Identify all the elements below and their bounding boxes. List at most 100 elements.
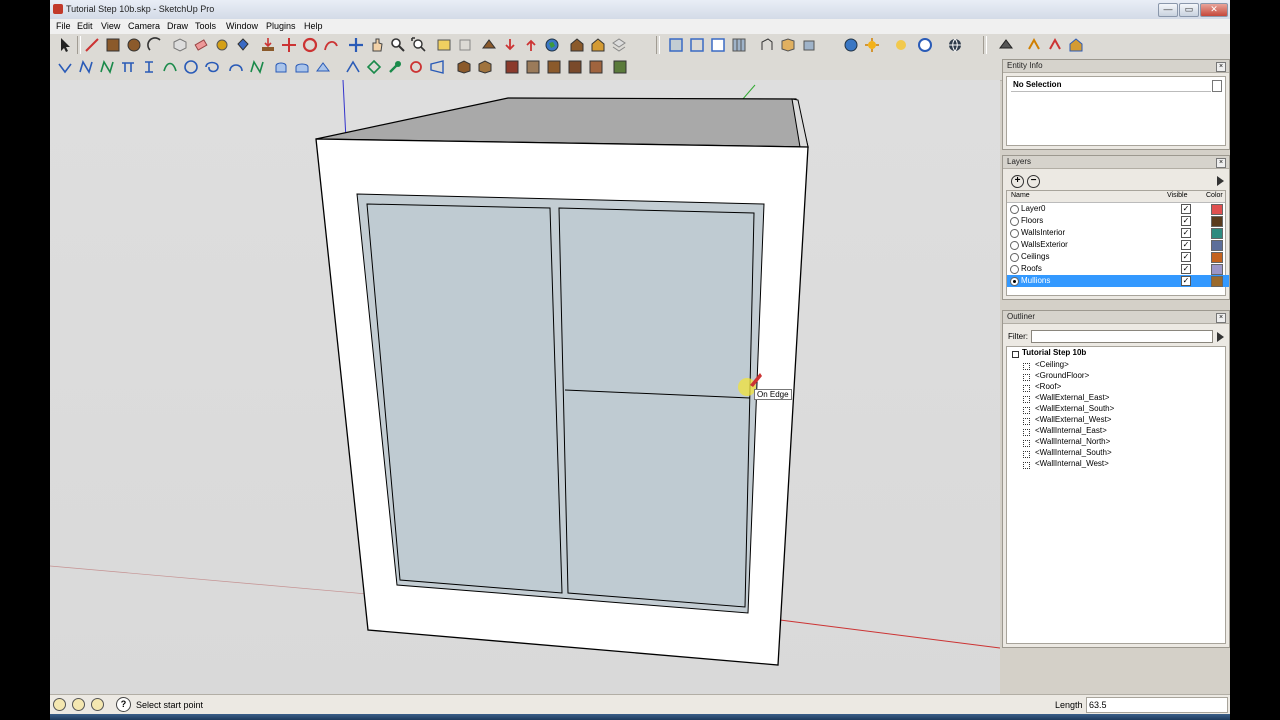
push-pull-icon[interactable] [259,36,277,54]
texture-tool-5-icon[interactable] [545,58,563,76]
layer-color-swatch[interactable] [1211,276,1223,287]
styles-icon[interactable] [916,36,934,54]
make-component-icon[interactable] [171,36,189,54]
layer-row[interactable]: Layer0 ✓ [1007,203,1229,215]
layers-col-color[interactable]: Color [1206,192,1223,199]
layer-color-swatch[interactable] [1211,252,1223,263]
front-view-icon[interactable] [800,36,818,54]
draw-tool-15-icon[interactable] [365,58,383,76]
layer-visible-checkbox[interactable]: ✓ [1181,216,1191,226]
layer-visible-checkbox[interactable]: ✓ [1181,228,1191,238]
line-tool-icon[interactable] [83,36,101,54]
outliner-title-bar[interactable]: Outliner × [1003,311,1229,324]
active-layer-radio[interactable] [1010,253,1019,262]
fog-icon[interactable] [892,36,910,54]
credits-icon[interactable] [72,698,85,711]
active-layer-radio[interactable] [1010,241,1019,250]
layer-name[interactable]: Ceilings [1021,252,1049,261]
walk-icon[interactable] [456,36,474,54]
draw-tool-9-icon[interactable] [227,58,245,76]
layer-name[interactable]: Roofs [1021,264,1042,273]
outliner-item[interactable]: <WallInternal_North> [1035,437,1110,446]
select-tool-icon[interactable] [56,36,74,54]
outliner-item[interactable]: <Ceiling> [1035,360,1069,369]
layer-visible-checkbox[interactable]: ✓ [1181,240,1191,250]
arc-tool-icon[interactable] [146,36,164,54]
circle-tool-icon[interactable] [125,36,143,54]
layer-color-swatch[interactable] [1211,216,1223,227]
maximize-button[interactable]: ▭ [1179,3,1199,17]
layers-col-visible[interactable]: Visible [1167,192,1188,199]
share-model-icon[interactable] [501,36,519,54]
layer-row[interactable]: Floors ✓ [1007,215,1229,227]
plugin-tool-4-icon[interactable] [1067,36,1085,54]
layer-visible-checkbox[interactable]: ✓ [1181,264,1191,274]
draw-tool-18-icon[interactable] [428,58,446,76]
warehouse-icon[interactable] [568,36,586,54]
rotate-tool-icon[interactable] [301,36,319,54]
texture-tool-1-icon[interactable] [455,58,473,76]
menu-view[interactable]: View [101,21,120,31]
layer-name[interactable]: WallsInterior [1021,228,1065,237]
outliner-item[interactable]: <Roof> [1035,382,1061,391]
sun-icon[interactable] [863,36,881,54]
active-layer-radio[interactable] [1010,217,1019,226]
menu-tools[interactable]: Tools [195,21,216,31]
delete-layer-icon[interactable]: − [1027,175,1040,188]
menu-plugins[interactable]: Plugins [266,21,296,31]
outliner-item[interactable]: <WallExternal_East> [1035,393,1109,402]
active-layer-radio[interactable] [1010,265,1019,274]
draw-tool-17-icon[interactable] [407,58,425,76]
outliner-item[interactable]: <WallInternal_West> [1035,459,1109,468]
draw-tool-8-icon[interactable] [203,58,221,76]
menu-file[interactable]: File [56,21,71,31]
shaded-icon[interactable] [730,36,748,54]
layer-row[interactable]: WallsExterior ✓ [1007,239,1229,251]
share-component-icon[interactable] [522,36,540,54]
orbit-icon[interactable] [347,36,365,54]
layer-manager-icon[interactable] [610,36,628,54]
outliner-item[interactable]: <GroundFloor> [1035,371,1089,380]
geo-location-icon[interactable] [53,698,66,711]
plugin-tool-2-icon[interactable] [1025,36,1043,54]
draw-tool-1-icon[interactable] [56,58,74,76]
menu-edit[interactable]: Edit [77,21,93,31]
top-view-icon[interactable] [779,36,797,54]
outliner-close-icon[interactable]: × [1216,313,1226,323]
layer-name[interactable]: Mullions [1021,276,1050,285]
layer-row[interactable]: WallsInterior ✓ [1007,227,1229,239]
minimize-button[interactable]: — [1158,3,1178,17]
draw-tool-2-icon[interactable] [77,58,95,76]
help-icon[interactable]: ? [116,697,131,712]
draw-tool-10-icon[interactable] [248,58,266,76]
outliner-details-arrow-icon[interactable] [1217,332,1224,342]
shadows-icon[interactable] [842,36,860,54]
texture-tool-8-icon[interactable] [611,58,629,76]
layer-name[interactable]: Floors [1021,216,1043,225]
section-plane-icon[interactable] [435,36,453,54]
extension-icon[interactable] [589,36,607,54]
model-viewport[interactable]: On Edge [50,80,1000,694]
layer-visible-checkbox[interactable]: ✓ [1181,252,1191,262]
texture-tool-3-icon[interactable] [503,58,521,76]
layer-color-swatch[interactable] [1211,240,1223,251]
paint-bucket-icon[interactable] [234,36,252,54]
layer-color-swatch[interactable] [1211,228,1223,239]
menu-window[interactable]: Window [226,21,258,31]
layer-visible-checkbox[interactable]: ✓ [1181,204,1191,214]
draw-tool-7-icon[interactable] [182,58,200,76]
texture-tool-6-icon[interactable] [566,58,584,76]
globe-icon[interactable] [946,36,964,54]
layer-row[interactable]: Mullions ✓ [1007,275,1229,287]
move-tool-icon[interactable] [280,36,298,54]
active-layer-radio[interactable] [1010,205,1019,214]
draw-tool-5-icon[interactable] [140,58,158,76]
entity-info-title-bar[interactable]: Entity Info × [1003,60,1229,73]
layer-name[interactable]: WallsExterior [1021,240,1068,249]
active-layer-radio[interactable] [1010,277,1019,286]
hidden-line-icon[interactable] [709,36,727,54]
layers-details-arrow-icon[interactable] [1217,176,1224,186]
layer-visible-checkbox[interactable]: ✓ [1181,276,1191,286]
outliner-item[interactable]: <WallExternal_West> [1035,415,1111,424]
close-button[interactable]: ✕ [1200,3,1228,17]
